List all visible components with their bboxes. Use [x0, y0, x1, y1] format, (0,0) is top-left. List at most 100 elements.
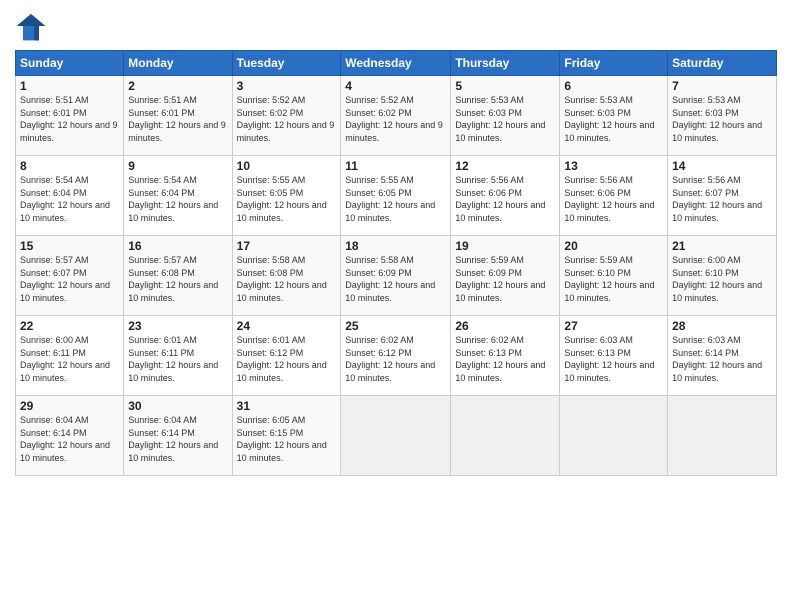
day-info: Sunrise: 5:56 AMSunset: 6:06 PMDaylight:…	[455, 175, 545, 223]
day-info: Sunrise: 5:55 AMSunset: 6:05 PMDaylight:…	[237, 175, 327, 223]
day-info: Sunrise: 5:56 AMSunset: 6:07 PMDaylight:…	[672, 175, 762, 223]
day-info: Sunrise: 6:03 AMSunset: 6:14 PMDaylight:…	[672, 335, 762, 383]
day-number: 13	[564, 159, 663, 173]
day-number: 22	[20, 319, 119, 333]
day-info: Sunrise: 5:53 AMSunset: 6:03 PMDaylight:…	[564, 95, 654, 143]
day-info: Sunrise: 5:57 AMSunset: 6:07 PMDaylight:…	[20, 255, 110, 303]
day-number: 7	[672, 79, 772, 93]
week-row-4: 22 Sunrise: 6:00 AMSunset: 6:11 PMDaylig…	[16, 316, 777, 396]
day-number: 12	[455, 159, 555, 173]
day-info: Sunrise: 5:51 AMSunset: 6:01 PMDaylight:…	[128, 95, 226, 143]
day-number: 3	[237, 79, 337, 93]
day-number: 9	[128, 159, 227, 173]
day-info: Sunrise: 6:04 AMSunset: 6:14 PMDaylight:…	[128, 415, 218, 463]
day-cell: 13 Sunrise: 5:56 AMSunset: 6:06 PMDaylig…	[560, 156, 668, 236]
day-cell: 3 Sunrise: 5:52 AMSunset: 6:02 PMDayligh…	[232, 76, 341, 156]
day-cell: 20 Sunrise: 5:59 AMSunset: 6:10 PMDaylig…	[560, 236, 668, 316]
day-number: 15	[20, 239, 119, 253]
page-container: SundayMondayTuesdayWednesdayThursdayFrid…	[0, 0, 792, 486]
day-number: 4	[345, 79, 446, 93]
week-row-3: 15 Sunrise: 5:57 AMSunset: 6:07 PMDaylig…	[16, 236, 777, 316]
day-info: Sunrise: 5:58 AMSunset: 6:09 PMDaylight:…	[345, 255, 435, 303]
day-cell: 9 Sunrise: 5:54 AMSunset: 6:04 PMDayligh…	[124, 156, 232, 236]
day-cell: 18 Sunrise: 5:58 AMSunset: 6:09 PMDaylig…	[341, 236, 451, 316]
day-info: Sunrise: 6:00 AMSunset: 6:11 PMDaylight:…	[20, 335, 110, 383]
day-info: Sunrise: 5:54 AMSunset: 6:04 PMDaylight:…	[128, 175, 218, 223]
day-cell	[341, 396, 451, 476]
header-cell-sunday: Sunday	[16, 51, 124, 76]
calendar-table: SundayMondayTuesdayWednesdayThursdayFrid…	[15, 50, 777, 476]
day-cell: 1 Sunrise: 5:51 AMSunset: 6:01 PMDayligh…	[16, 76, 124, 156]
day-number: 17	[237, 239, 337, 253]
day-cell: 7 Sunrise: 5:53 AMSunset: 6:03 PMDayligh…	[668, 76, 777, 156]
day-cell: 17 Sunrise: 5:58 AMSunset: 6:08 PMDaylig…	[232, 236, 341, 316]
day-info: Sunrise: 5:59 AMSunset: 6:09 PMDaylight:…	[455, 255, 545, 303]
header-cell-wednesday: Wednesday	[341, 51, 451, 76]
day-cell: 16 Sunrise: 5:57 AMSunset: 6:08 PMDaylig…	[124, 236, 232, 316]
day-cell: 5 Sunrise: 5:53 AMSunset: 6:03 PMDayligh…	[451, 76, 560, 156]
day-info: Sunrise: 5:54 AMSunset: 6:04 PMDaylight:…	[20, 175, 110, 223]
day-info: Sunrise: 6:05 AMSunset: 6:15 PMDaylight:…	[237, 415, 327, 463]
calendar-body: 1 Sunrise: 5:51 AMSunset: 6:01 PMDayligh…	[16, 76, 777, 476]
week-row-5: 29 Sunrise: 6:04 AMSunset: 6:14 PMDaylig…	[16, 396, 777, 476]
day-cell: 15 Sunrise: 5:57 AMSunset: 6:07 PMDaylig…	[16, 236, 124, 316]
day-info: Sunrise: 5:53 AMSunset: 6:03 PMDaylight:…	[455, 95, 545, 143]
day-cell: 4 Sunrise: 5:52 AMSunset: 6:02 PMDayligh…	[341, 76, 451, 156]
day-number: 5	[455, 79, 555, 93]
day-info: Sunrise: 6:02 AMSunset: 6:13 PMDaylight:…	[455, 335, 545, 383]
day-cell: 2 Sunrise: 5:51 AMSunset: 6:01 PMDayligh…	[124, 76, 232, 156]
header-cell-monday: Monday	[124, 51, 232, 76]
day-cell: 14 Sunrise: 5:56 AMSunset: 6:07 PMDaylig…	[668, 156, 777, 236]
day-info: Sunrise: 5:56 AMSunset: 6:06 PMDaylight:…	[564, 175, 654, 223]
day-number: 11	[345, 159, 446, 173]
day-number: 19	[455, 239, 555, 253]
day-number: 30	[128, 399, 227, 413]
day-cell: 12 Sunrise: 5:56 AMSunset: 6:06 PMDaylig…	[451, 156, 560, 236]
day-number: 26	[455, 319, 555, 333]
day-cell: 24 Sunrise: 6:01 AMSunset: 6:12 PMDaylig…	[232, 316, 341, 396]
calendar-header: SundayMondayTuesdayWednesdayThursdayFrid…	[16, 51, 777, 76]
day-number: 27	[564, 319, 663, 333]
day-info: Sunrise: 5:51 AMSunset: 6:01 PMDaylight:…	[20, 95, 118, 143]
day-cell: 10 Sunrise: 5:55 AMSunset: 6:05 PMDaylig…	[232, 156, 341, 236]
day-number: 18	[345, 239, 446, 253]
day-cell: 27 Sunrise: 6:03 AMSunset: 6:13 PMDaylig…	[560, 316, 668, 396]
week-row-2: 8 Sunrise: 5:54 AMSunset: 6:04 PMDayligh…	[16, 156, 777, 236]
header-cell-friday: Friday	[560, 51, 668, 76]
header	[15, 10, 777, 42]
day-number: 2	[128, 79, 227, 93]
day-cell: 21 Sunrise: 6:00 AMSunset: 6:10 PMDaylig…	[668, 236, 777, 316]
day-info: Sunrise: 5:58 AMSunset: 6:08 PMDaylight:…	[237, 255, 327, 303]
day-cell: 11 Sunrise: 5:55 AMSunset: 6:05 PMDaylig…	[341, 156, 451, 236]
day-cell	[668, 396, 777, 476]
day-info: Sunrise: 5:52 AMSunset: 6:02 PMDaylight:…	[345, 95, 443, 143]
day-info: Sunrise: 5:53 AMSunset: 6:03 PMDaylight:…	[672, 95, 762, 143]
day-number: 10	[237, 159, 337, 173]
day-info: Sunrise: 6:00 AMSunset: 6:10 PMDaylight:…	[672, 255, 762, 303]
day-cell: 25 Sunrise: 6:02 AMSunset: 6:12 PMDaylig…	[341, 316, 451, 396]
day-info: Sunrise: 6:02 AMSunset: 6:12 PMDaylight:…	[345, 335, 435, 383]
day-number: 14	[672, 159, 772, 173]
day-number: 20	[564, 239, 663, 253]
header-cell-saturday: Saturday	[668, 51, 777, 76]
day-info: Sunrise: 5:55 AMSunset: 6:05 PMDaylight:…	[345, 175, 435, 223]
day-cell: 23 Sunrise: 6:01 AMSunset: 6:11 PMDaylig…	[124, 316, 232, 396]
day-number: 29	[20, 399, 119, 413]
day-info: Sunrise: 5:59 AMSunset: 6:10 PMDaylight:…	[564, 255, 654, 303]
logo-icon	[15, 10, 47, 42]
day-cell: 31 Sunrise: 6:05 AMSunset: 6:15 PMDaylig…	[232, 396, 341, 476]
day-cell: 29 Sunrise: 6:04 AMSunset: 6:14 PMDaylig…	[16, 396, 124, 476]
day-number: 31	[237, 399, 337, 413]
day-info: Sunrise: 5:52 AMSunset: 6:02 PMDaylight:…	[237, 95, 335, 143]
logo	[15, 10, 51, 42]
day-cell: 22 Sunrise: 6:00 AMSunset: 6:11 PMDaylig…	[16, 316, 124, 396]
day-cell	[451, 396, 560, 476]
day-number: 25	[345, 319, 446, 333]
day-number: 1	[20, 79, 119, 93]
day-number: 16	[128, 239, 227, 253]
day-cell: 28 Sunrise: 6:03 AMSunset: 6:14 PMDaylig…	[668, 316, 777, 396]
header-cell-tuesday: Tuesday	[232, 51, 341, 76]
day-cell	[560, 396, 668, 476]
day-info: Sunrise: 6:04 AMSunset: 6:14 PMDaylight:…	[20, 415, 110, 463]
day-number: 8	[20, 159, 119, 173]
